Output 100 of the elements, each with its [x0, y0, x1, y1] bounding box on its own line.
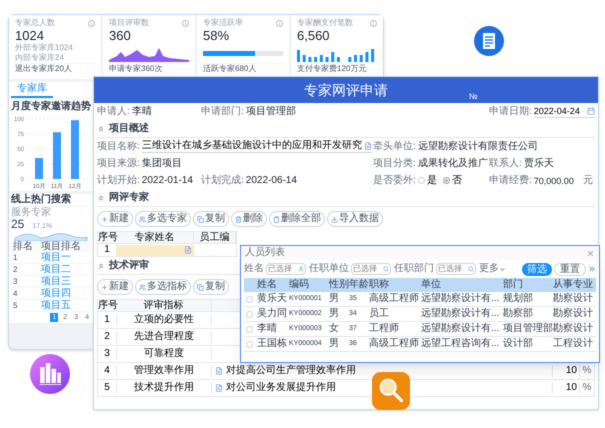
chart-bar: [35, 158, 43, 179]
field-value: 成果转化及推广: [418, 158, 488, 170]
field-label: 项目名称:: [97, 140, 140, 152]
info-icon: [370, 20, 377, 26]
indicator-cell: 立项的必要性: [116, 314, 212, 326]
field-label: 申请经费:: [489, 174, 532, 186]
collapse-icon[interactable]: [97, 125, 105, 133]
row-number: 3: [103, 348, 111, 360]
rank-cell-text: 3: [12, 276, 18, 287]
table-cell: 项目管理部: [502, 323, 552, 335]
dialog-title: 人员列表: [245, 247, 285, 259]
column-header: 职称: [368, 279, 390, 291]
filter-field[interactable]: 已选择: [351, 263, 391, 275]
filter-label: 任职单位: [309, 263, 349, 275]
field-value: 项目管理部: [246, 106, 296, 118]
chart-bar: [53, 132, 61, 179]
close-icon[interactable]: [586, 248, 595, 258]
collapse-icon[interactable]: [97, 194, 105, 202]
row-number: 1: [103, 314, 111, 326]
lookup-field[interactable]: 三维设计在城乡基础设施设计中的应用和开发研究: [142, 140, 372, 153]
field-label: 计划完成:: [201, 174, 244, 186]
date-field[interactable]: 2022-04-24: [534, 105, 595, 118]
trash-icon: [235, 216, 242, 222]
table-cell-text: 勘察设计: [552, 293, 594, 305]
radio-button[interactable]: [442, 177, 450, 184]
field-label: 牵头单位:: [373, 140, 416, 152]
row-number: 2: [103, 331, 111, 343]
table-cell: 王国栋: [256, 338, 288, 350]
filter-field[interactable]: 已选择: [436, 263, 476, 275]
table-cell-text: 远望勘察设计有...: [420, 323, 500, 335]
stat-value: 58%: [203, 28, 230, 43]
expert-name-field[interactable]: [116, 244, 194, 256]
toolbar-button[interactable]: 新建: [97, 279, 133, 295]
document-icon: [215, 384, 223, 392]
toolbar-button[interactable]: 新建: [97, 211, 133, 227]
filter-label: 任职部门: [394, 263, 434, 275]
copy-icon: [197, 284, 204, 290]
indicator-cell: 可靠程度: [116, 348, 212, 360]
field-value: 2022-06-14: [246, 174, 297, 186]
table-cell-text: 远望工程咨询有...: [420, 338, 500, 350]
column-header: 姓名: [256, 279, 278, 291]
more-dropdown[interactable]: 更多: [479, 263, 506, 275]
currency-unit: 元: [583, 174, 593, 186]
radio-button[interactable]: [418, 177, 425, 184]
stat-value: 1024: [15, 28, 45, 43]
radio-button[interactable]: [246, 310, 253, 318]
indicator-cell: 管理效率作用: [116, 365, 212, 377]
column-header: 专家姓名: [116, 232, 194, 243]
toolbar-button[interactable]: 多选指标: [135, 279, 191, 295]
radio-option[interactable]: 否: [442, 174, 462, 186]
table-cell-text: 李晴: [256, 323, 278, 335]
toolbar-button[interactable]: 删除: [231, 211, 267, 227]
stat-title: 专家总人数: [15, 18, 55, 28]
rank-cell-text: 5: [12, 300, 18, 311]
radio-button[interactable]: [246, 326, 253, 332]
field-value: 集团项目: [142, 158, 182, 170]
filter-field[interactable]: 已选择: [266, 263, 306, 275]
radio-button[interactable]: [246, 296, 253, 302]
field-label: 是否委外:: [373, 174, 416, 186]
toolbar-button[interactable]: 复制: [193, 279, 229, 295]
column-header: 序号: [98, 232, 116, 243]
field-label: 申请部门:: [201, 106, 244, 118]
toolbar-button[interactable]: 多选专家: [135, 211, 191, 227]
rank-cell-text: 1: [12, 252, 18, 263]
download-icon: [331, 216, 338, 222]
toolbar-button[interactable]: 删除全部: [269, 211, 325, 227]
table-cell-text: 男: [328, 293, 340, 305]
radio-button[interactable]: [246, 340, 253, 348]
document-icon: [184, 246, 192, 254]
field-value: 李晴: [132, 106, 152, 118]
toolbar-button[interactable]: 复制: [193, 211, 229, 227]
bar-chart-icon: [30, 354, 70, 394]
column-header: 性别: [328, 279, 348, 291]
score-cell: 10: [552, 382, 580, 394]
section-title: 技术评审: [109, 260, 149, 272]
radio-option[interactable]: 是: [418, 174, 437, 186]
section-title: 网评专家: [109, 192, 149, 204]
table-cell-text: 女: [328, 323, 340, 335]
expand-icon[interactable]: [588, 265, 596, 273]
info-icon: [88, 20, 95, 26]
reset-button[interactable]: 重置: [554, 262, 586, 276]
info-icon: [276, 20, 283, 26]
stat-footer: 退出专家库20人: [15, 63, 95, 74]
document-icon: [215, 367, 223, 375]
toolbar-button[interactable]: 导入数据: [327, 211, 383, 227]
collapse-icon[interactable]: [97, 262, 105, 270]
section-title: 项目概述: [109, 123, 149, 135]
info-icon: [182, 20, 189, 26]
document-icon: [474, 26, 504, 56]
column-header: 评审指标: [116, 300, 212, 311]
panel-title: 线上热门搜索: [11, 194, 91, 207]
column-header: 序号: [98, 300, 116, 311]
field-label: 项目分类:: [373, 158, 416, 170]
search-icon: [383, 266, 389, 272]
person-icon: [298, 266, 304, 272]
table-cell-text: 设计部: [502, 338, 534, 350]
field-label: 项目来源:: [97, 158, 140, 170]
table-cell-text: 工程师: [368, 323, 400, 335]
score-cell: 10: [552, 365, 580, 377]
copy-icon: [197, 216, 204, 222]
